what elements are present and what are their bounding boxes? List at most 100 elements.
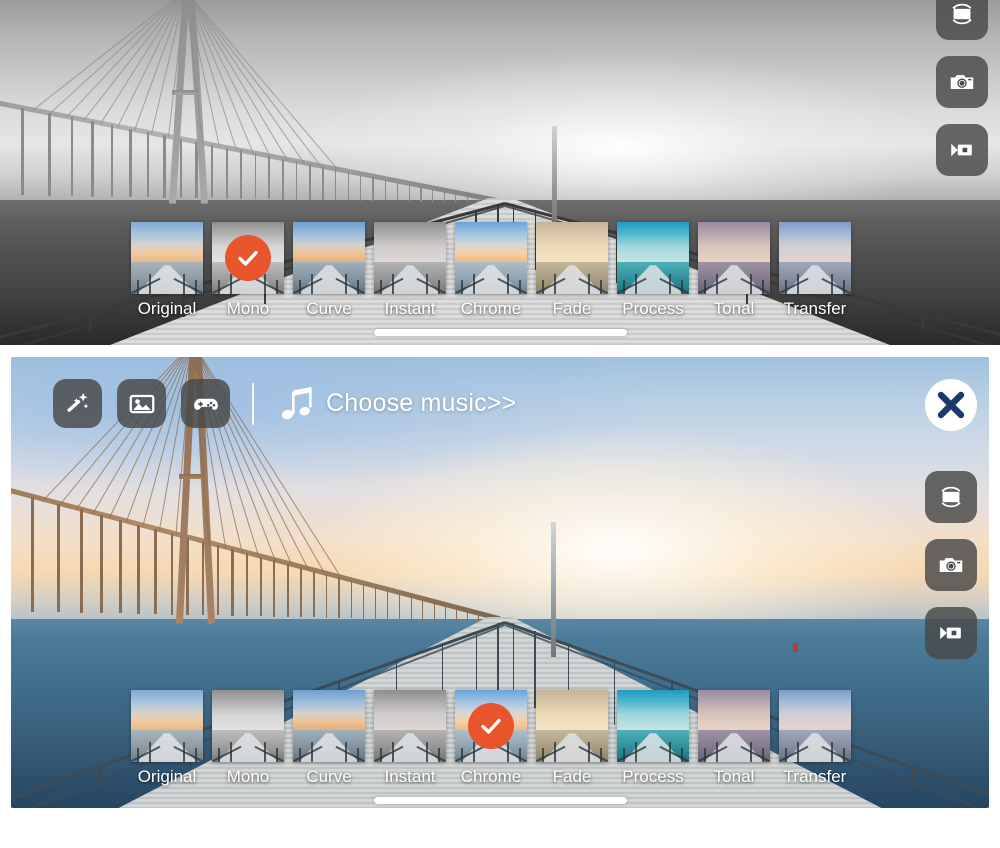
thumb-railing-post [831,274,833,294]
thumb-railing-post [831,742,833,762]
thumb-railing-post [716,742,718,762]
filter-item-mono[interactable]: Mono [212,222,284,319]
image-button[interactable] [117,379,166,428]
thumb-railing-post [600,280,602,294]
thumb-railing-post [461,748,463,762]
filter-label: Transfer [783,767,847,786]
filter-thumbnail[interactable] [455,690,527,762]
filter-item-mono[interactable]: Mono [212,690,284,787]
selected-check-icon [225,235,271,281]
thumb-sky [779,690,851,731]
thumb-railing-post [797,742,799,762]
filter-thumbnail[interactable] [617,690,689,762]
filter-thumbnail[interactable] [779,690,851,762]
filter-item-process[interactable]: Process [617,222,689,319]
filter-item-chrome[interactable]: Chrome [455,222,527,319]
thumb-railing-post [588,742,590,762]
magic-wand-button[interactable] [53,379,102,428]
screenshot-root: Original Mono Curve Instant Chrome Fade Proces… [0,0,1000,848]
camera-button[interactable] [936,56,988,108]
filter-thumbnail[interactable] [131,690,203,762]
thumb-railing-post [623,748,625,762]
thumb-railing-post [762,748,764,762]
thumb-railing-post [345,742,347,762]
filter-item-original[interactable]: Original [131,222,203,319]
filter-label: Process [622,767,684,786]
thumb-railing-post [137,280,139,294]
filter-item-curve[interactable]: Curve [293,690,365,787]
filter-strip-top[interactable]: Original Mono Curve Instant Chrome Fade Proces… [131,222,851,319]
filter-thumbnail[interactable] [536,222,608,294]
filter-item-transfer[interactable]: Transfer [779,222,851,319]
thumb-railing-post [542,748,544,762]
thumb-railing-post [635,742,637,762]
thumb-railing-post [461,280,463,294]
close-button[interactable] [925,379,977,431]
filter-thumbnail[interactable] [374,222,446,294]
thumb-railing-post [357,280,359,294]
thumb-railing-post [542,280,544,294]
filter-item-fade[interactable]: Fade [536,222,608,319]
thumb-railing-post [426,742,428,762]
thumb-railing-post [635,274,637,294]
filter-label: Tonal [713,299,755,318]
thumb-railing-post [357,748,359,762]
filter-label: Chrome [460,299,522,318]
video-button[interactable] [925,607,977,659]
thumb-sky [293,222,365,263]
thumb-railing-post [183,274,185,294]
thumb-railing-post [554,274,556,294]
thumb-railing-post [299,748,301,762]
filter-item-instant[interactable]: Instant [374,222,446,319]
thumb-railing-post [704,748,706,762]
filter-label: Transfer [783,299,847,318]
filter-thumbnail[interactable] [536,690,608,762]
filter-thumbnail[interactable] [779,222,851,294]
filter-thumbnail[interactable] [617,222,689,294]
camera-button[interactable] [925,539,977,591]
scroll-indicator-top[interactable] [374,329,627,336]
filter-item-instant[interactable]: Instant [374,690,446,787]
thumb-railing-post [149,742,151,762]
thumb-railing-post [716,274,718,294]
thumb-railing-post [195,280,197,294]
filter-thumbnail[interactable] [131,222,203,294]
video-button[interactable] [936,124,988,176]
filter-item-original[interactable]: Original [131,690,203,787]
filter-thumbnail[interactable] [293,222,365,294]
preview-panel-mono: Original Mono Curve Instant Chrome Fade Proces… [0,0,1000,345]
thumb-sky [536,690,608,731]
rotate-button[interactable] [925,471,977,523]
filter-item-tonal[interactable]: Tonal [698,690,770,787]
rotate-icon [947,0,977,29]
filter-thumbnail[interactable] [698,222,770,294]
thumb-railing-post [507,742,509,762]
thumb-sky [698,222,770,263]
filter-thumbnail[interactable] [698,690,770,762]
filter-thumbnail[interactable] [293,690,365,762]
filter-item-process[interactable]: Process [617,690,689,787]
thumb-railing-post [669,742,671,762]
buoy [793,643,799,653]
thumb-railing-post [311,742,313,762]
scroll-indicator-bottom[interactable] [374,797,627,804]
filter-strip-bottom[interactable]: Original Mono Curve Instant Chrome Fade Proces… [131,690,851,787]
filter-thumbnail[interactable] [455,222,527,294]
filter-thumbnail[interactable] [374,690,446,762]
choose-music-button[interactable]: Choose music>> [276,382,516,426]
thumb-railing-post [183,742,185,762]
filter-item-chrome[interactable]: Chrome [455,690,527,787]
rotate-button[interactable] [936,0,988,40]
filter-item-fade[interactable]: Fade [536,690,608,787]
music-note-icon [276,382,320,426]
filter-item-tonal[interactable]: Tonal [698,222,770,319]
filter-label: Mono [226,299,270,318]
thumb-railing-post [426,274,428,294]
edit-toolbar: Choose music>> [53,379,516,428]
thumb-railing-post [392,274,394,294]
filter-item-curve[interactable]: Curve [293,222,365,319]
filter-thumbnail[interactable] [212,690,284,762]
filter-thumbnail[interactable] [212,222,284,294]
gamepad-button[interactable] [181,379,230,428]
filter-item-transfer[interactable]: Transfer [779,690,851,787]
